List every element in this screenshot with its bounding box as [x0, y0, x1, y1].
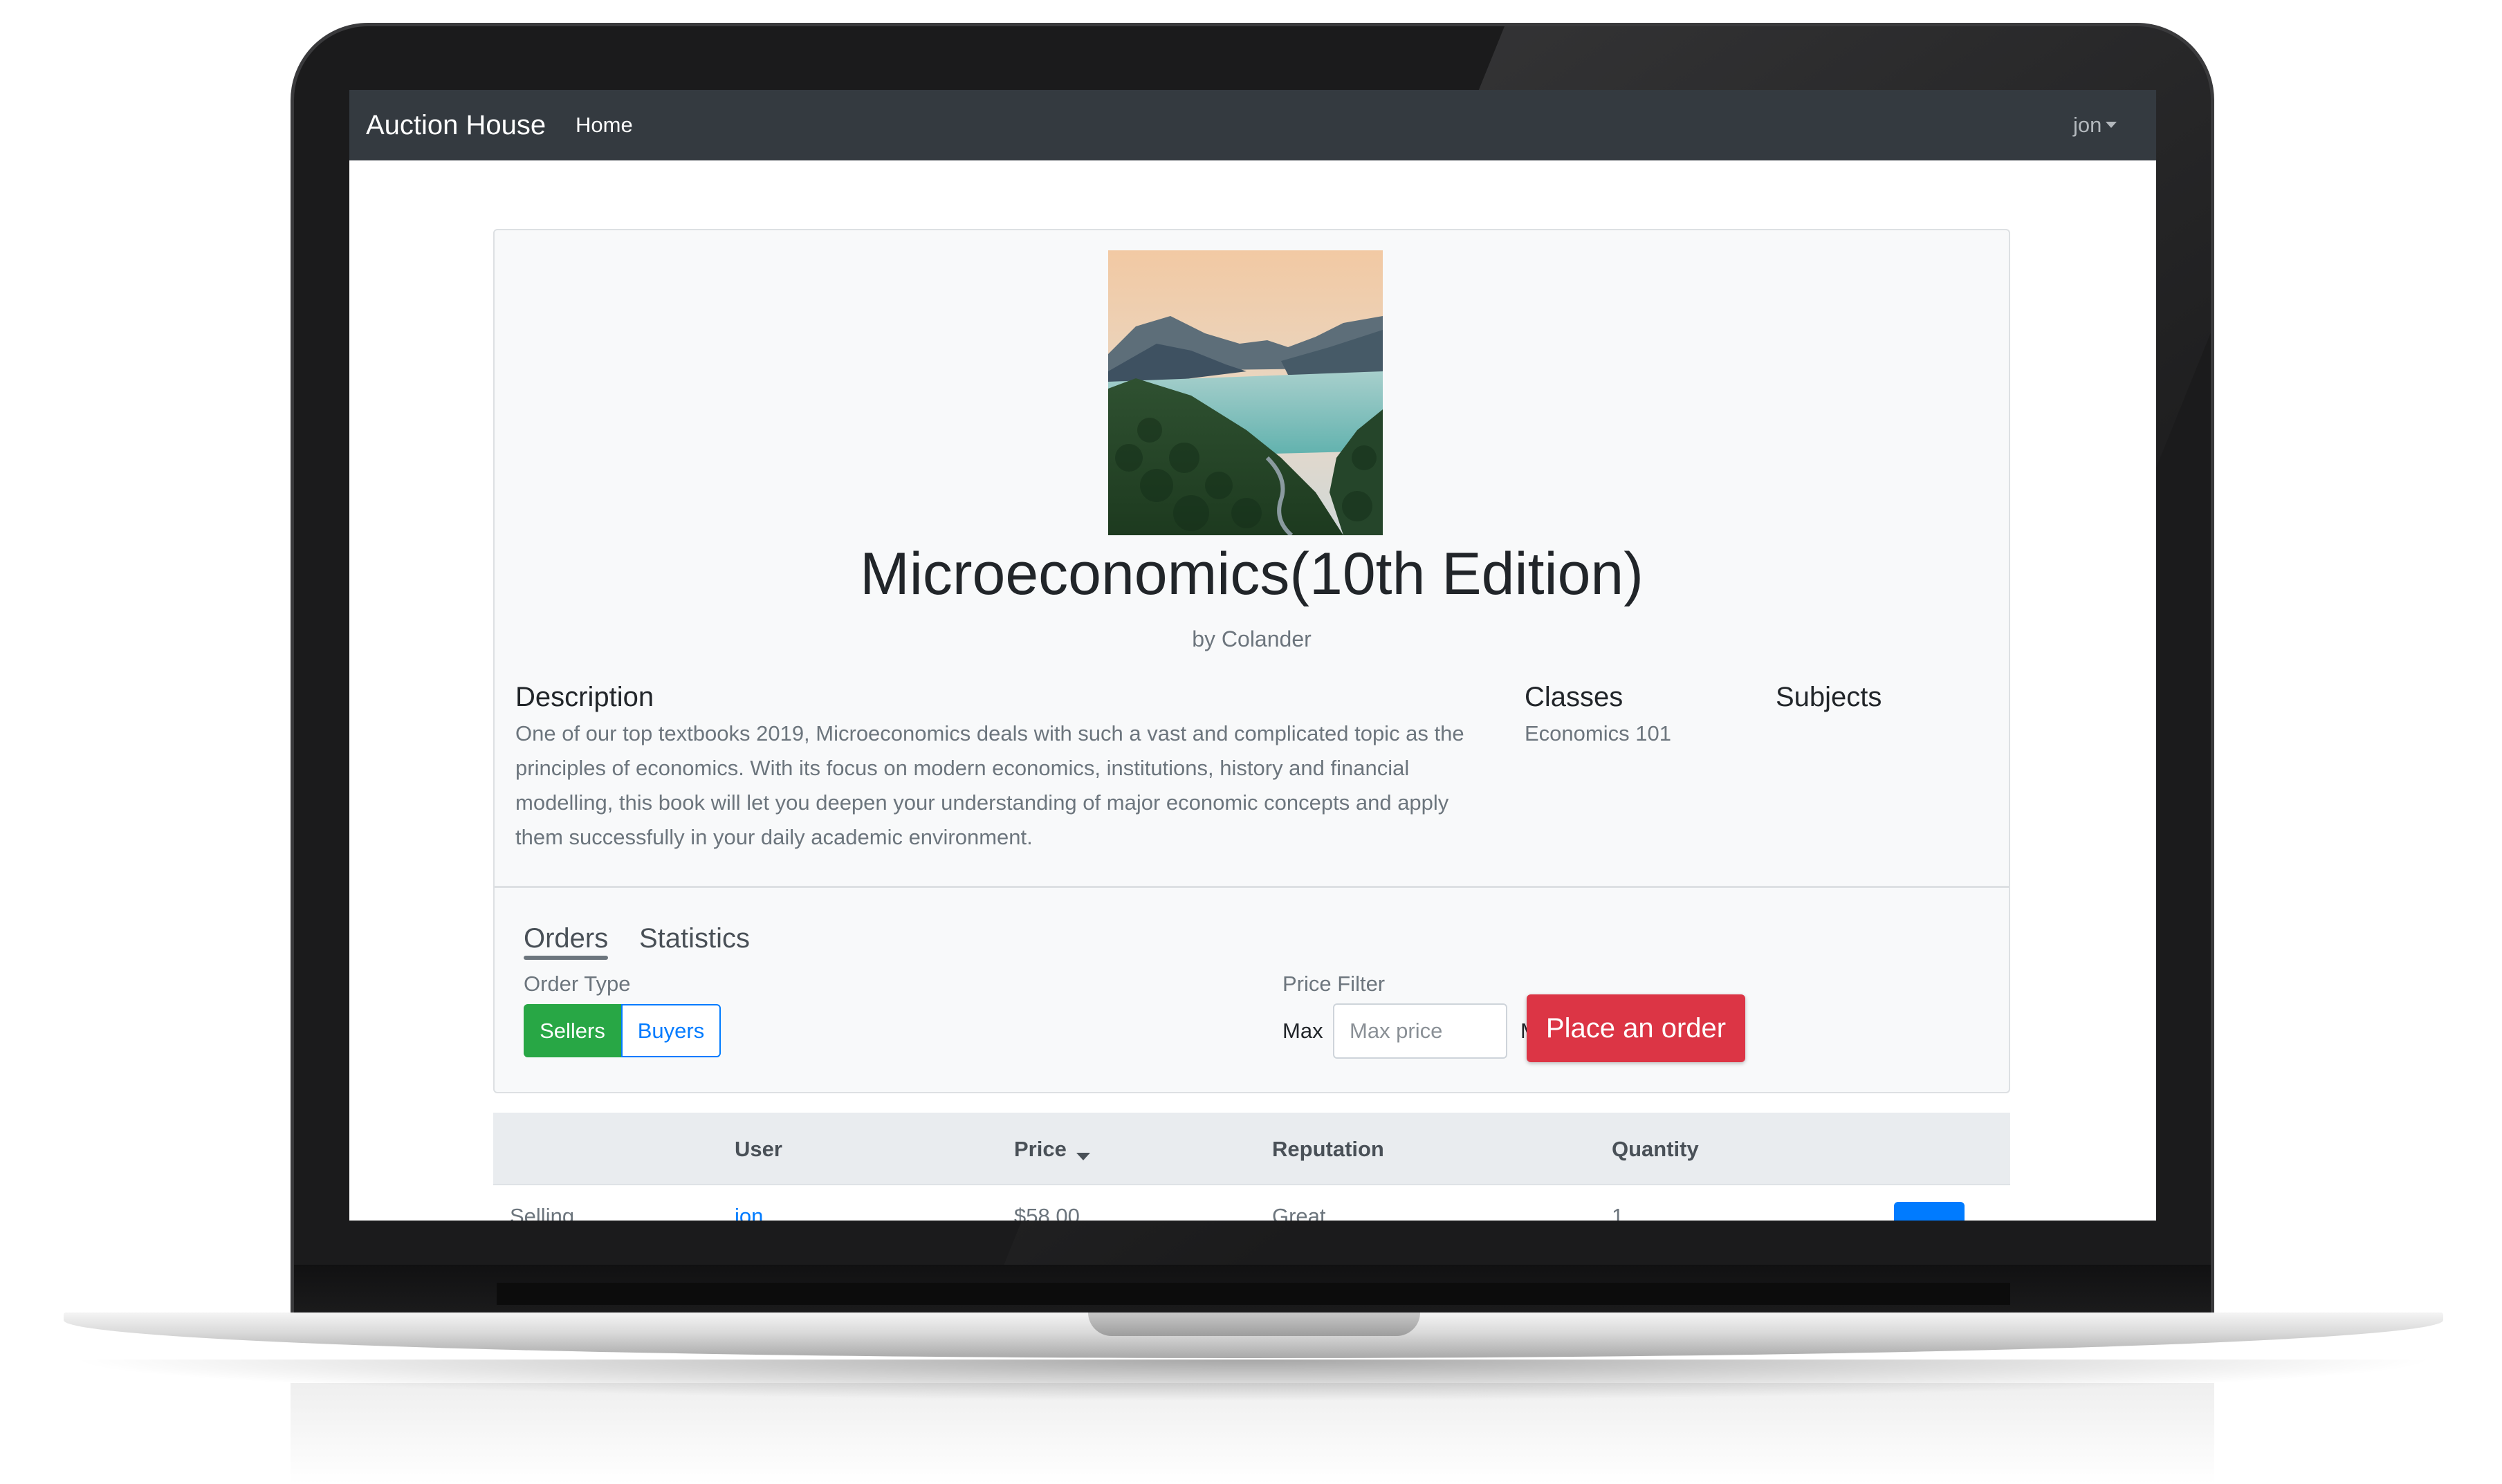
classes-heading: Classes [1525, 682, 1623, 712]
order-type-label: Order Type [524, 972, 631, 996]
navbar: Auction House Home jon [349, 90, 2156, 160]
tab-orders[interactable]: Orders [524, 922, 608, 955]
column-header-reputation[interactable]: Reputation [1272, 1136, 1384, 1162]
orders-table-header [493, 1113, 2010, 1185]
column-header-price[interactable]: Price [1014, 1136, 1090, 1162]
card-divider [493, 886, 2010, 888]
order-price-cell: $58.00 [1014, 1204, 1080, 1221]
sellers-toggle-button[interactable]: Sellers [524, 1004, 621, 1057]
landscape-photo [1108, 250, 1383, 535]
user-dropdown-label: jon [2073, 113, 2102, 137]
column-header-price-label: Price [1014, 1137, 1067, 1161]
book-cover-image [1108, 250, 1383, 535]
laptop-opening-notch [1088, 1313, 1420, 1336]
book-title: Microeconomics(10th Edition) [860, 541, 1644, 607]
order-row-action-button[interactable] [1894, 1202, 1965, 1221]
class-item: Economics 101 [1525, 721, 1671, 745]
laptop-hinge [497, 1283, 2010, 1305]
browser-screen: Auction House Home jon Microeconomics(10… [349, 90, 2156, 1221]
column-header-user[interactable]: User [735, 1136, 782, 1162]
column-header-quantity[interactable]: Quantity [1612, 1136, 1699, 1162]
order-user-link[interactable]: jon [735, 1203, 763, 1221]
active-tab-indicator [524, 956, 608, 960]
tab-statistics[interactable]: Statistics [639, 922, 750, 955]
user-dropdown[interactable]: jon [2073, 113, 2117, 138]
book-author: by Colander [1192, 627, 1312, 651]
max-price-label: Max [1282, 1019, 1323, 1043]
order-type-cell: Selling [510, 1204, 575, 1221]
buyers-toggle-button[interactable]: Buyers [621, 1004, 721, 1057]
description-heading: Description [515, 682, 654, 712]
price-filter-label: Price Filter [1282, 972, 1386, 996]
order-reputation-cell: Great [1272, 1204, 1326, 1221]
subjects-heading: Subjects [1776, 682, 1882, 712]
order-quantity-cell: 1 [1612, 1204, 1624, 1221]
laptop-base-shadow [64, 1360, 2443, 1401]
place-order-button[interactable]: Place an order [1527, 994, 1745, 1062]
sort-descending-icon [1076, 1153, 1090, 1160]
max-price-input[interactable] [1333, 1003, 1507, 1059]
book-description: One of our top textbooks 2019, Microecon… [515, 721, 1464, 849]
nav-home-link[interactable]: Home [576, 113, 633, 138]
brand-link[interactable]: Auction House [366, 109, 546, 141]
laptop-mockup: Auction House Home jon Microeconomics(10… [0, 0, 2502, 1484]
caret-down-icon [2106, 122, 2117, 128]
